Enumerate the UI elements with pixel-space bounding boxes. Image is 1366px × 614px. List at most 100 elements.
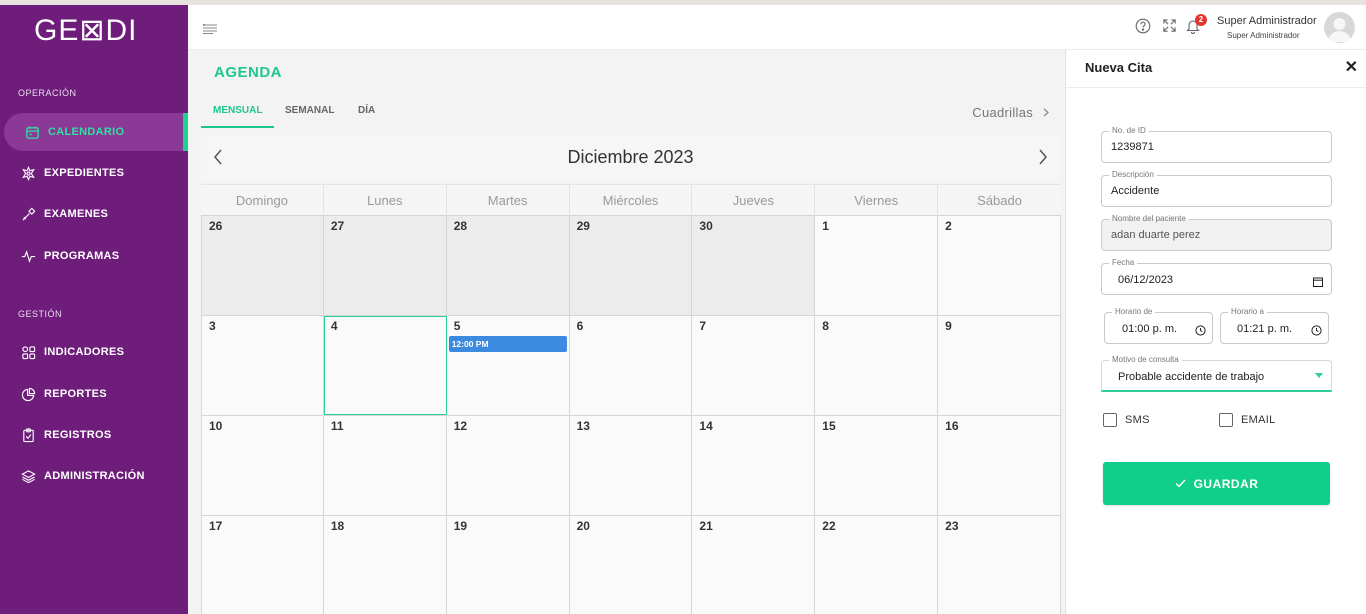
time-from-field-label: Horario de (1112, 307, 1156, 316)
tab-mensual[interactable]: MENSUAL (201, 100, 275, 128)
calendar-day[interactable]: 14 (692, 416, 816, 515)
day-number: 7 (699, 319, 707, 333)
grid-icon (20, 344, 36, 360)
calendar-day[interactable]: 29 (569, 216, 693, 315)
day-number: 22 (822, 519, 836, 533)
date-field-value: 06/12/2023 (1118, 274, 1174, 286)
sidebar-item-examenes[interactable]: EXAMENES (0, 195, 188, 233)
sidebar-item-programas[interactable]: PROGRAMAS (0, 237, 188, 275)
calendar-day[interactable]: 12 (446, 416, 570, 515)
day-number: 11 (330, 419, 344, 433)
day-number: 14 (699, 419, 713, 433)
day-number: 6 (576, 319, 584, 333)
day-number: 21 (699, 519, 713, 533)
day-number: 19 (453, 519, 468, 533)
calendar-day[interactable]: 28 (446, 216, 570, 315)
calendar-day[interactable]: 13 (569, 416, 693, 515)
user-name[interactable]: Super Administrador (1217, 15, 1317, 27)
calendar-day[interactable]: 9 (938, 316, 1061, 415)
day-number: 1 (822, 219, 829, 233)
calendar-day[interactable]: 21 (692, 516, 816, 614)
calendar-day[interactable]: 18 (323, 516, 447, 614)
section-label-operacion: OPERACIÓN (18, 88, 77, 98)
day-number: 15 (822, 419, 836, 433)
sidebar-item-label: ADMINISTRACIÓN (44, 470, 145, 482)
calendar-day[interactable]: 20 (569, 516, 693, 614)
weekday-header: Domingo Lunes Martes Miércoles Jueves Viernes… (201, 184, 1061, 216)
clipboard-icon (20, 427, 36, 443)
clock-icon[interactable] (1311, 323, 1322, 341)
day-number: 28 (453, 219, 468, 233)
calendar-day-today[interactable]: 4 (323, 316, 447, 415)
date-field[interactable]: Fecha 06/12/2023 (1101, 258, 1332, 295)
weekday-label: Jueves (692, 185, 816, 216)
calendar-day[interactable]: 11 (323, 416, 447, 515)
save-button[interactable]: GUARDAR (1103, 462, 1330, 505)
calendar-day[interactable]: 5 12:00 PM (446, 316, 570, 415)
pie-chart-icon (20, 386, 36, 402)
check-icon (1175, 479, 1186, 488)
sidebar-item-label: REPORTES (44, 388, 107, 400)
sms-checkbox[interactable] (1103, 413, 1117, 427)
calendar-day[interactable]: 15 (815, 416, 939, 515)
calendar-day[interactable]: 3 (201, 316, 324, 415)
panel-title: Nueva Cita (1085, 60, 1153, 75)
calendar-day[interactable]: 7 (692, 316, 816, 415)
calendar-day[interactable]: 8 (815, 316, 939, 415)
sidebar-item-label: PROGRAMAS (44, 250, 120, 262)
day-number: 8 (822, 319, 829, 333)
calendar-day[interactable]: 23 (938, 516, 1061, 614)
clock-icon[interactable] (1195, 323, 1206, 341)
sidebar-item-expedientes[interactable]: EXPEDIENTES (0, 154, 188, 192)
close-icon[interactable]: ✕ (1345, 60, 1358, 76)
reason-select[interactable]: Motivo de consulta Probable accidente de… (1101, 355, 1332, 392)
calendar-week-row: 26 27 28 29 30 1 2 (201, 216, 1061, 316)
pulse-icon (20, 248, 36, 264)
calendar-day[interactable]: 2 (938, 216, 1061, 315)
sidebar-item-label: CALENDARIO (48, 126, 125, 138)
calendar-event[interactable]: 12:00 PM (448, 336, 567, 352)
time-from-field[interactable]: Horario de 01:00 p. m. (1104, 307, 1213, 344)
fullscreen-icon[interactable] (1162, 18, 1177, 38)
calendar-day[interactable]: 30 (692, 216, 816, 315)
dropdown-arrow-icon (1315, 373, 1323, 378)
brand-logo[interactable]: GE⊠DI (34, 13, 137, 48)
sidebar: GE⊠DI OPERACIÓN CALENDARIO EXPEDIENTES E… (0, 5, 188, 614)
calendar-day[interactable]: 22 (815, 516, 939, 614)
calendar-icon (24, 124, 40, 140)
calendar-day[interactable]: 1 (815, 216, 939, 315)
help-icon[interactable] (1135, 18, 1151, 39)
calendar-day[interactable]: 6 (569, 316, 693, 415)
tab-semanal[interactable]: SEMANAL (273, 100, 346, 121)
calendar-day[interactable]: 19 (446, 516, 570, 614)
calendar-day[interactable]: 10 (201, 416, 324, 515)
description-field[interactable]: Descripción Accidente (1101, 170, 1332, 207)
notification-badge: 2 (1195, 14, 1207, 26)
sidebar-item-registros[interactable]: REGISTROS (0, 416, 188, 454)
calendar-day[interactable]: 17 (201, 516, 324, 614)
day-number: 17 (209, 519, 223, 533)
calendar-day[interactable]: 27 (323, 216, 447, 315)
calendar-picker-icon[interactable] (1313, 274, 1323, 292)
sidebar-item-administracion[interactable]: ADMINISTRACIÓN (0, 457, 188, 495)
next-month-icon[interactable] (1038, 149, 1048, 170)
sidebar-item-reportes[interactable]: REPORTES (0, 375, 188, 413)
menu-toggle-icon[interactable] (202, 21, 217, 39)
sidebar-item-label: EXPEDIENTES (44, 167, 125, 179)
sidebar-item-label: INDICADORES (44, 346, 125, 358)
top-header: 2 Super Administrador Super Administrado… (188, 5, 1366, 50)
calendar-day[interactable]: 16 (938, 416, 1061, 515)
sidebar-item-calendario[interactable]: CALENDARIO (4, 113, 188, 151)
tab-dia[interactable]: DÍA (346, 100, 387, 121)
new-appointment-panel: Nueva Cita ✕ No. de ID 1239871 Descripci… (1065, 50, 1366, 614)
avatar[interactable] (1324, 12, 1355, 43)
email-checkbox[interactable] (1219, 413, 1233, 427)
calendar-day[interactable]: 26 (201, 216, 324, 315)
user-role: Super Administrador (1227, 31, 1300, 40)
id-field[interactable]: No. de ID 1239871 (1101, 126, 1332, 163)
sidebar-item-indicadores[interactable]: INDICADORES (0, 333, 188, 371)
calendar-weeks: 26 27 28 29 30 1 2 3 4 5 12:00 PM 6 7 8 9 10 11 12 13 14 15 1… (201, 216, 1061, 614)
calendar-navigation: Diciembre 2023 (201, 135, 1060, 181)
cuadrillas-link[interactable]: Cuadrillas (972, 105, 1049, 120)
time-to-field[interactable]: Horario a 01:21 p. m. (1220, 307, 1329, 344)
